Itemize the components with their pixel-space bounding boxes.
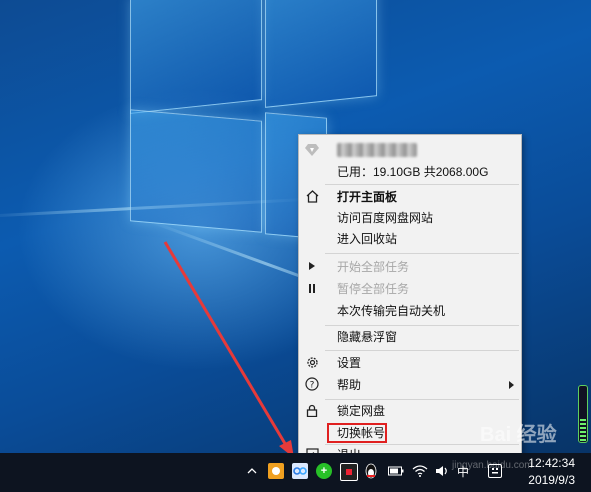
chevron-up-icon[interactable]	[244, 463, 260, 479]
clock-date: 2019/9/3	[528, 473, 575, 487]
annotation-highlight-box	[327, 423, 387, 443]
battery-icon[interactable]	[388, 463, 404, 479]
baidu-netdisk-icon[interactable]	[292, 463, 308, 479]
plus-green-icon[interactable]: +	[316, 463, 332, 479]
pause-icon	[303, 279, 321, 297]
menu-item-start-all-tasks[interactable]: 开始全部任务	[325, 257, 521, 278]
menu-item-visit-website[interactable]: 访问百度网盘网站	[325, 208, 521, 229]
clock-time: 12:42:34	[528, 456, 575, 470]
system-clock[interactable]: 12:42:34 2019/9/3	[528, 455, 575, 489]
wifi-icon[interactable]	[412, 463, 428, 479]
app-orange-icon[interactable]	[268, 463, 284, 479]
volume-icon[interactable]	[434, 463, 450, 479]
submenu-arrow-icon	[509, 381, 514, 389]
volume-level-indicator[interactable]	[578, 385, 588, 443]
menu-item-open-main-panel[interactable]: 打开主面板	[325, 187, 521, 208]
svg-text:?: ?	[310, 381, 315, 391]
gear-icon	[303, 353, 321, 371]
menu-item-auto-shutdown[interactable]: 本次传输完自动关机	[325, 301, 521, 322]
watermark-url: jingyan.baidu.com	[452, 460, 533, 471]
menu-item-help-label: 帮助	[337, 378, 362, 392]
menu-item-settings[interactable]: 设置	[325, 353, 521, 374]
taskbar: + 中 12:42:34 2019/9/3	[0, 453, 591, 492]
play-icon	[303, 257, 321, 275]
menu-item-recycle-bin[interactable]: 进入回收站	[325, 229, 521, 250]
menu-item-help[interactable]: 帮助	[325, 375, 521, 396]
watermark: Bai 经验	[480, 424, 557, 446]
app-icon[interactable]	[340, 463, 358, 481]
penguin-icon[interactable]	[363, 463, 379, 479]
diamond-icon	[303, 141, 321, 159]
help-icon: ?	[303, 375, 321, 393]
storage-usage: 已用：19.10GB 共2068.00G	[337, 165, 489, 179]
lock-icon	[303, 401, 321, 419]
menu-item-hide-float-window[interactable]: 隐藏悬浮窗	[325, 327, 521, 348]
volume-level-fill	[580, 419, 586, 441]
account-name-blurred	[337, 143, 417, 157]
home-icon	[303, 187, 321, 205]
menu-item-pause-all-tasks[interactable]: 暂停全部任务	[325, 279, 521, 300]
